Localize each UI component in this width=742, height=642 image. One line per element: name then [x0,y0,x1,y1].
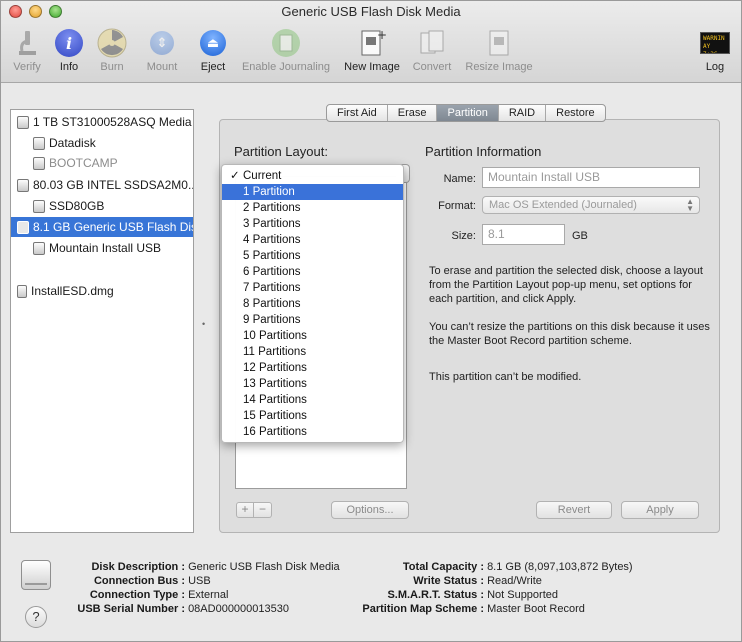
connection-type-row: Connection Type : External [89,589,229,601]
new-image-icon: + [356,28,388,58]
write-status-row: Write Status : Read/Write [413,575,542,587]
revert-button[interactable]: Revert [536,501,612,519]
volume-icon [33,156,45,170]
usb-serial-number-row: USB Serial Number : 08AD000000013530 [77,603,289,615]
toolbar: Generic USB Flash Disk Media Verify i In… [1,1,741,83]
sidebar-item-bootcamp[interactable]: BOOTCAMP [11,153,193,173]
volume-icon [33,199,45,213]
external-disk-icon [21,560,51,590]
console-log-icon: WARNIN AY 7:36 [699,28,731,58]
partition-name-field[interactable]: Mountain Install USB [482,167,700,188]
menu-item-4-partitions[interactable]: 4 Partitions [222,232,403,248]
sidebar-item-mountain-install-usb[interactable]: Mountain Install USB [11,238,193,258]
convert-icon [416,28,448,58]
format-select[interactable]: Mac OS Extended (Journaled) ▲ ▼ [482,196,700,214]
hard-disk-icon [17,115,29,129]
partition-information-title: Partition Information [425,144,542,159]
usb-disk-icon [17,220,29,234]
format-label: Format: [438,200,476,212]
menu-item-7-partitions[interactable]: 7 Partitions [222,280,403,296]
new-image-button[interactable]: + New Image [342,28,402,73]
burn-radiation-icon [96,28,128,58]
menu-item-16-partitions[interactable]: 16 Partitions [222,424,403,440]
enable-journaling-button[interactable]: Enable Journaling [242,28,330,73]
partition-map-scheme-row: Partition Map Scheme : Master Boot Recor… [362,603,585,615]
remove-partition-button[interactable]: − [254,502,272,518]
journal-icon [270,28,302,58]
menu-item-6-partitions[interactable]: 6 Partitions [222,264,403,280]
sidebar-item-ssd80gb[interactable]: SSD80GB [11,196,193,216]
menu-item-1-partition[interactable]: 1 Partition [222,184,403,200]
mbr-warning-text: You can’t resize the partitions on this … [429,321,710,347]
add-partition-button[interactable]: + [236,502,254,518]
volume-icon [33,241,45,255]
hard-disk-icon [17,178,29,192]
partition-layout-title: Partition Layout: [234,144,328,159]
tab-erase[interactable]: Erase [388,105,438,121]
menu-item-13-partitions[interactable]: 13 Partitions [222,376,403,392]
total-capacity-row: Total Capacity : 8.1 GB (8,097,103,872 B… [402,561,633,573]
menu-item-15-partitions[interactable]: 15 Partitions [222,408,403,424]
sidebar-item-disk-1tb[interactable]: 1 TB ST31000528ASQ Media [11,112,193,132]
partition-locked-text: This partition can’t be modified. [429,371,582,383]
tab-restore[interactable]: Restore [546,105,605,121]
menu-item-2-partitions[interactable]: 2 Partitions [222,200,403,216]
volume-icon [33,136,45,150]
tab-partition[interactable]: Partition [437,105,499,121]
help-button[interactable]: ? [25,606,47,628]
resize-image-icon [483,28,515,58]
disk-utility-window: Generic USB Flash Disk Media Verify i In… [0,0,742,642]
menu-item-current[interactable]: ✓ Current [222,168,403,184]
apply-button[interactable]: Apply [621,501,699,519]
menu-item-8-partitions[interactable]: 8 Partitions [222,296,403,312]
menu-item-14-partitions[interactable]: 14 Partitions [222,392,403,408]
info-icon: i [53,28,85,58]
partition-size-field[interactable]: 8.1 [482,224,565,245]
menu-item-3-partitions[interactable]: 3 Partitions [222,216,403,232]
convert-button[interactable]: Convert [402,28,462,73]
name-label: Name: [443,173,476,185]
menu-item-9-partitions[interactable]: 9 Partitions [222,312,403,328]
options-button[interactable]: Options... [331,501,409,519]
size-label: Size: [451,230,476,242]
split-view-handle[interactable]: • [202,319,205,329]
smart-status-row: S.M.A.R.T. Status : Not Supported [387,589,558,601]
resize-image-button[interactable]: Resize Image [465,28,533,73]
log-button[interactable]: WARNIN AY 7:36 Log [685,28,742,73]
menu-item-5-partitions[interactable]: 5 Partitions [222,248,403,264]
connection-bus-row: Connection Bus : USB [93,575,211,587]
size-unit: GB [572,230,588,242]
sidebar-item-usb-flash-disk[interactable]: 8.1 GB Generic USB Flash Disk [11,217,193,237]
disk-image-icon [17,284,27,298]
menu-item-12-partitions[interactable]: 12 Partitions [222,360,403,376]
partition-layout-menu: ✓ Current 1 Partition 2 Partitions 3 Part… [221,164,404,443]
sidebar-item-datadisk[interactable]: Datadisk [11,133,193,153]
tab-first-aid[interactable]: First Aid [327,105,388,121]
disk-list-sidebar: 1 TB ST31000528ASQ Media Datadisk BOOTCA… [10,109,194,533]
checkmark-icon: ✓ [230,170,240,182]
menu-item-10-partitions[interactable]: 10 Partitions [222,328,403,344]
menu-item-11-partitions[interactable]: 11 Partitions [222,344,403,360]
sidebar-item-installesd-dmg[interactable]: InstallESD.dmg [11,281,193,301]
mount-icon: ⇕ [146,28,178,58]
window-title: Generic USB Flash Disk Media [281,4,461,19]
updown-arrows-icon: ▲ ▼ [686,197,694,213]
sidebar-item-disk-intel[interactable]: 80.03 GB INTEL SSDSA2M0... [11,175,193,195]
svg-text:+: + [377,28,386,42]
tab-raid[interactable]: RAID [499,105,547,121]
eject-icon: ⏏ [197,28,229,58]
eject-button[interactable]: ⏏ Eject [183,28,243,73]
disk-description-row: Disk Description : Generic USB Flash Dis… [91,561,340,573]
function-tabs: First Aid Erase Partition RAID Restore [326,104,606,122]
partition-help-text: To erase and partition the selected disk… [429,265,703,305]
